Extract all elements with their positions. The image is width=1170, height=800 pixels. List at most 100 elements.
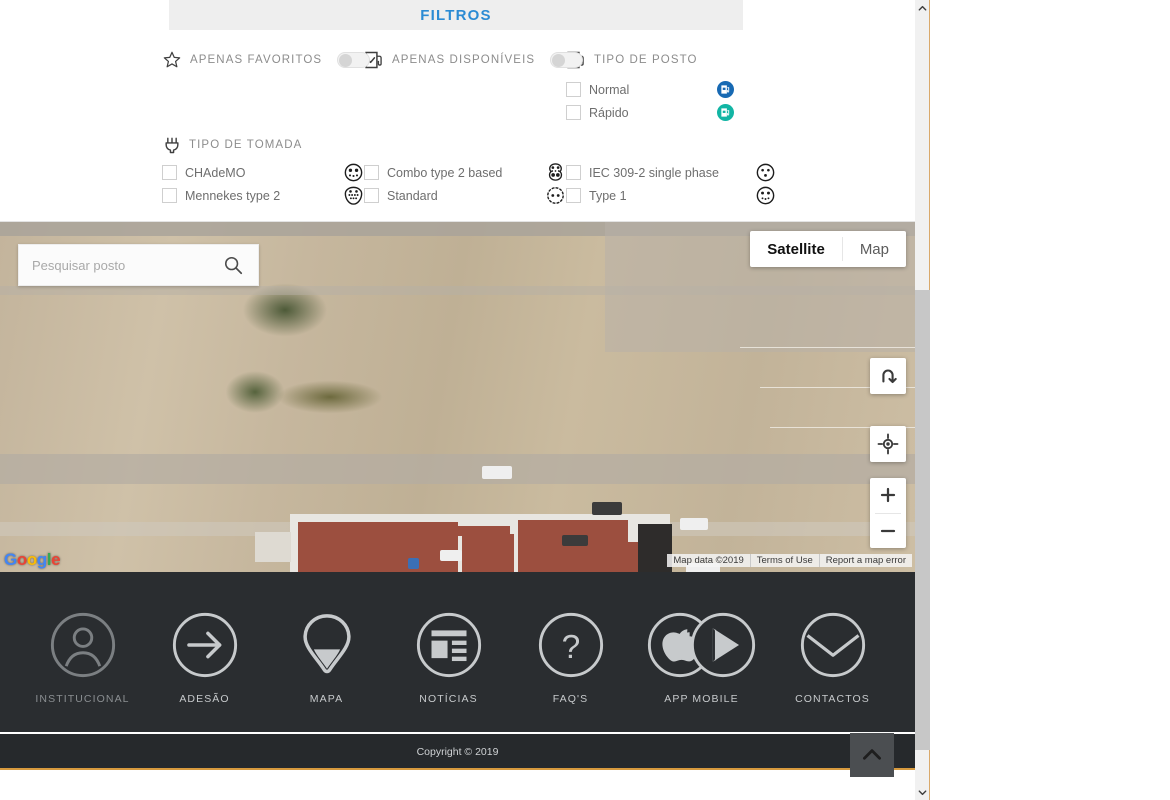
footer-icon-wrap	[645, 610, 758, 680]
map-pin-icon	[302, 614, 351, 674]
footer-label-noticias: NOTÍCIAS	[419, 693, 478, 705]
socket-mennekes-icon	[344, 186, 363, 205]
bottom-accent-rule	[0, 768, 915, 770]
filter-available-label: APENAS DISPONÍVEIS	[392, 54, 536, 66]
checkbox-iec309[interactable]	[566, 165, 581, 180]
footer-label-app-mobile: APP MOBILE	[664, 693, 739, 705]
page-scrollbar[interactable]	[915, 0, 930, 800]
filter-available: APENAS DISPONÍVEIS	[364, 46, 584, 74]
search-icon[interactable]	[222, 254, 244, 276]
station-type-option-rapido[interactable]: Rápido	[566, 101, 734, 124]
plug-icon	[165, 137, 179, 154]
filter-favorites-label: APENAS FAVORITOS	[190, 54, 323, 66]
user-circle-icon	[50, 612, 115, 678]
footer-icon-wrap: ?	[536, 610, 606, 680]
checkbox-chademo[interactable]	[162, 165, 177, 180]
page-title: FILTROS	[420, 6, 492, 24]
socket-iec309-icon	[756, 163, 775, 182]
plug-mennekes-label: Mennekes type 2	[185, 188, 281, 203]
report-map-error-link[interactable]: Report a map error	[818, 554, 912, 567]
map-zoom-controls[interactable]	[870, 478, 906, 548]
map-type-map[interactable]: Map	[843, 231, 906, 267]
plug-option-iec309[interactable]: IEC 309-2 single phase	[566, 161, 776, 184]
station-type-option-normal[interactable]: Normal	[566, 78, 734, 101]
filters-body: APENAS FAVORITOS APENAS DISPONÍVEIS TIPO…	[0, 30, 915, 222]
site-footer: INSTITUCIONAL ADESÃO MAPA NOTÍCIAS ? FAQ…	[0, 572, 915, 770]
footer-label-institucional: INSTITUCIONAL	[35, 693, 130, 705]
footer-label-contactos: CONTACTOS	[795, 693, 870, 705]
socket-type1-icon	[756, 186, 775, 205]
map-my-location-button[interactable]	[870, 426, 906, 462]
map-zoom-in-button[interactable]	[870, 478, 906, 513]
footer-item-contactos[interactable]: CONTACTOS	[787, 610, 879, 705]
filters-top-row: APENAS FAVORITOS APENAS DISPONÍVEIS TIPO…	[0, 46, 915, 124]
filter-plug-type: TIPO DE TOMADA CHAdeMO Combo type 2 base…	[0, 132, 915, 207]
filter-favorites: APENAS FAVORITOS	[162, 46, 371, 74]
plug-option-combo2[interactable]: Combo type 2 based	[364, 161, 566, 184]
plug-chademo-label: CHAdeMO	[185, 165, 246, 180]
terms-of-use-link[interactable]: Terms of Use	[749, 554, 819, 567]
footer-nav: INSTITUCIONAL ADESÃO MAPA NOTÍCIAS ? FAQ…	[0, 572, 915, 705]
scrollbar-up-button[interactable]	[915, 0, 930, 16]
checkbox-type1[interactable]	[566, 188, 581, 203]
rotate-icon	[882, 369, 897, 384]
chevron-down-icon	[918, 789, 927, 795]
station-type-normal-label: Normal	[589, 82, 630, 97]
checkbox-rapido[interactable]	[566, 105, 581, 120]
favorites-toggle[interactable]	[337, 52, 371, 68]
footer-item-mapa[interactable]: MAPA	[281, 610, 373, 705]
map-type-switch[interactable]: Satellite Map	[750, 231, 906, 267]
page-content: FILTROS APENAS FAVORITOS APENAS DISPONÍV…	[0, 0, 915, 800]
plug-option-chademo[interactable]: CHAdeMO	[162, 161, 364, 184]
footer-icon-wrap	[798, 610, 868, 680]
filter-favorites-header: APENAS FAVORITOS	[162, 46, 371, 74]
footer-label-adesao: ADESÃO	[179, 693, 230, 705]
socket-combo2-icon	[548, 163, 563, 181]
filter-station-type-header: TIPO DE POSTO	[566, 46, 766, 74]
footer-item-app-mobile[interactable]: APP MOBILE	[647, 610, 757, 705]
footer-label-mapa: MAPA	[309, 693, 344, 705]
available-toggle[interactable]	[550, 52, 584, 68]
checkbox-normal[interactable]	[566, 82, 581, 97]
socket-chademo-icon	[344, 163, 363, 182]
search-input[interactable]	[19, 257, 222, 273]
footer-item-adesao[interactable]: ADESÃO	[159, 610, 251, 705]
available-toggle-knob	[552, 54, 566, 67]
station-type-rapido-label: Rápido	[589, 105, 629, 120]
plug-option-type1[interactable]: Type 1	[566, 184, 776, 207]
map-canvas[interactable]: © 2019 Google Satellite Map	[0, 222, 915, 572]
search-box[interactable]	[18, 244, 259, 286]
scrollbar-thumb[interactable]	[915, 290, 930, 750]
filters-title-bar: FILTROS	[169, 0, 743, 30]
station-type-options: Normal Rápido	[566, 78, 766, 124]
checkbox-standard[interactable]	[364, 188, 379, 203]
checkbox-mennekes[interactable]	[162, 188, 177, 203]
plug-option-standard[interactable]: Standard	[364, 184, 566, 207]
news-circle-icon	[416, 612, 481, 678]
footer-icon-wrap	[48, 610, 118, 680]
google-logo[interactable]: Google	[4, 550, 61, 570]
footer-item-faqs[interactable]: ? FAQ'S	[525, 610, 617, 705]
footer-item-noticias[interactable]: NOTÍCIAS	[403, 610, 495, 705]
plug-combo2-label: Combo type 2 based	[387, 165, 503, 180]
filter-plug-type-label: TIPO DE TOMADA	[189, 139, 303, 151]
filter-available-header: APENAS DISPONÍVEIS	[364, 46, 584, 74]
footer-icon-wrap	[170, 610, 240, 680]
scrollbar-down-button[interactable]	[915, 784, 930, 800]
chevron-up-icon	[918, 5, 927, 11]
plug-option-mennekes[interactable]: Mennekes type 2	[162, 184, 364, 207]
map-rotate-button[interactable]	[870, 358, 906, 394]
plug-type1-label: Type 1	[589, 188, 627, 203]
checkbox-combo2[interactable]	[364, 165, 379, 180]
filter-station-type: TIPO DE POSTO Normal Rápido	[566, 46, 766, 124]
map-zoom-out-button[interactable]	[870, 514, 906, 549]
question-circle-icon: ?	[538, 612, 603, 678]
map-attribution: Map data ©2019 Terms of Use Report a map…	[667, 554, 912, 567]
plug-iec309-label: IEC 309-2 single phase	[589, 165, 719, 180]
chevron-up-icon	[863, 749, 881, 760]
footer-item-institucional[interactable]: INSTITUCIONAL	[35, 610, 130, 705]
my-location-icon	[877, 433, 899, 455]
back-to-top-button[interactable]	[850, 733, 894, 777]
envelope-circle-icon	[800, 612, 865, 678]
map-type-satellite[interactable]: Satellite	[750, 231, 842, 267]
